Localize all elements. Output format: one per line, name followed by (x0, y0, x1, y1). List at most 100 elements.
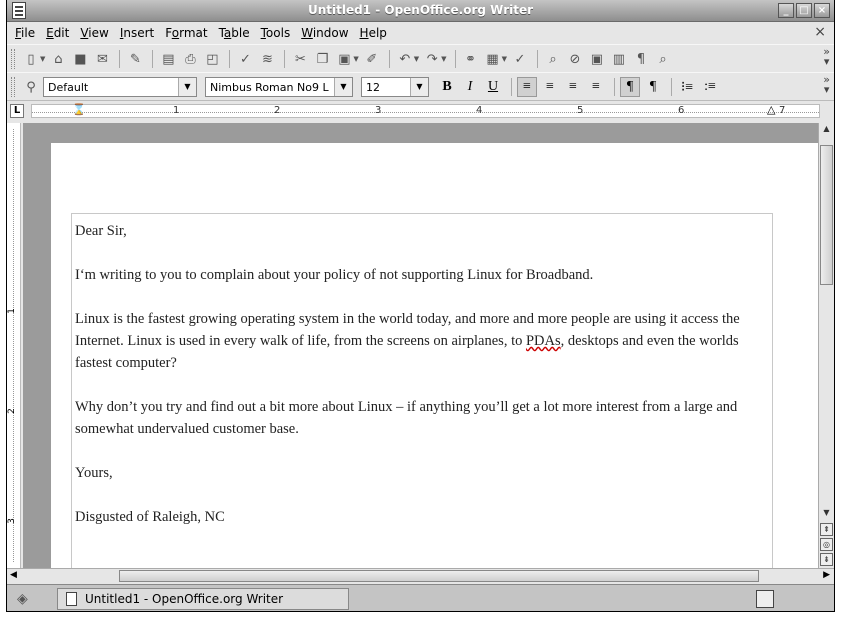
ruler-tick: 3 (375, 105, 382, 116)
autospellcheck-icon[interactable]: ≋ (257, 49, 277, 69)
open-folder-icon[interactable]: ⌂ (48, 49, 68, 69)
edit-file-icon[interactable]: ✎ (125, 49, 145, 69)
document-page[interactable]: Dear Sir, I‘m writing to you to complain… (51, 143, 821, 583)
menu-format[interactable]: Format (161, 26, 214, 40)
paragraph-2[interactable]: Linux is the fastest growing operating s… (75, 308, 775, 374)
data-sources-icon[interactable]: ▥ (609, 49, 629, 69)
hyperlink-icon[interactable]: ⚭ (461, 49, 481, 69)
menu-help[interactable]: Help (356, 26, 394, 40)
ruler-tick: 2 (274, 105, 281, 116)
horizontal-scroll-thumb[interactable] (119, 570, 759, 582)
scroll-right-arrow-icon[interactable]: ▶ (823, 570, 830, 580)
rtl-paragraph-icon[interactable]: ¶ (643, 77, 663, 97)
salutation[interactable]: Dear Sir, (75, 220, 775, 242)
misspelled-word[interactable]: PDAs (526, 333, 561, 349)
taskbar: ◈ Untitled1 - OpenOffice.org Writer (7, 584, 834, 611)
close-window-button[interactable]: × (814, 3, 830, 18)
taskbar-window-button[interactable]: Untitled1 - OpenOffice.org Writer (57, 588, 349, 610)
previous-page-icon[interactable]: ⇞ (820, 523, 833, 536)
save-icon[interactable]: ■ (70, 49, 90, 69)
bold-button[interactable]: B (437, 77, 457, 97)
signature[interactable]: Disgusted of Raleigh, NC (75, 506, 775, 528)
scroll-left-arrow-icon[interactable]: ◀ (10, 570, 17, 580)
copy-icon[interactable]: ❐ (312, 49, 332, 69)
tab-stop-selector[interactable]: L (10, 104, 24, 118)
vertical-scroll-thumb[interactable] (820, 145, 833, 285)
paragraph-1[interactable]: I‘m writing to you to complain about you… (75, 264, 775, 286)
vertical-scrollbar[interactable]: ▲ ▼ ⇞ ◎ ⇟ (818, 123, 834, 568)
left-indent-marker[interactable]: ⌛ (72, 103, 86, 116)
scroll-down-arrow-icon[interactable]: ▼ (820, 507, 833, 520)
justify-icon[interactable]: ≡ (586, 77, 606, 97)
font-name-select[interactable]: Nimbus Roman No9 L ▼ (205, 77, 353, 97)
tray-writer-icon[interactable] (756, 590, 774, 608)
draw-functions-icon[interactable]: ✓ (510, 49, 530, 69)
closing[interactable]: Yours, (75, 462, 775, 484)
styles-formatting-icon[interactable]: ⚲ (21, 77, 41, 97)
new-document-icon[interactable]: ▯ (21, 49, 41, 69)
cut-icon[interactable]: ✂ (290, 49, 310, 69)
paste-icon[interactable]: ▣ (334, 49, 354, 69)
chevron-down-icon[interactable]: ▼ (441, 55, 446, 63)
numbering-icon[interactable]: ⁝≡ (677, 77, 697, 97)
italic-button[interactable]: I (460, 77, 480, 97)
toolbar-grip[interactable] (11, 77, 15, 97)
nonprinting-characters-icon[interactable]: ¶ (631, 49, 651, 69)
email-icon[interactable]: ✉ (92, 49, 112, 69)
show-desktop-icon[interactable]: ◈ (17, 591, 28, 607)
table-icon[interactable]: ▦ (483, 49, 503, 69)
right-indent-marker[interactable]: △ (767, 103, 775, 116)
vertical-ruler[interactable]: 1 2 3 (7, 123, 21, 568)
ltr-paragraph-icon[interactable]: ¶ (620, 77, 640, 97)
underline-button[interactable]: U (483, 77, 503, 97)
toolbar-overflow-icon[interactable]: » ▾ (823, 74, 830, 95)
title-bar[interactable]: Untitled1 - OpenOffice.org Writer _ □ × (7, 0, 834, 22)
align-center-icon[interactable]: ≡ (540, 77, 560, 97)
navigation-icon[interactable]: ◎ (820, 538, 833, 551)
toolbar-grip[interactable] (11, 49, 15, 69)
next-page-icon[interactable]: ⇟ (820, 553, 833, 566)
maximize-button[interactable]: □ (796, 3, 812, 18)
ruler-tick: 2 (6, 408, 17, 414)
chevron-down-icon[interactable]: ▼ (502, 55, 507, 63)
undo-icon[interactable]: ↶ (395, 49, 415, 69)
paragraph-style-select[interactable]: Default ▼ (43, 77, 197, 97)
chevron-down-icon[interactable]: ▼ (414, 55, 419, 63)
menu-edit[interactable]: Edit (42, 26, 76, 40)
export-pdf-icon[interactable]: ▤ (158, 49, 178, 69)
zoom-icon[interactable]: ⌕ (653, 49, 673, 69)
scroll-up-arrow-icon[interactable]: ▲ (820, 123, 833, 136)
gallery-icon[interactable]: ▣ (587, 49, 607, 69)
horizontal-ruler[interactable]: L 1 2 3 4 5 6 7 ⌛ △ (7, 100, 834, 120)
menu-insert[interactable]: Insert (116, 26, 161, 40)
close-document-button[interactable]: × (814, 24, 826, 40)
chevron-down-icon[interactable]: ▼ (410, 78, 428, 96)
horizontal-scrollbar[interactable]: ◀ ▶ (7, 568, 834, 583)
menu-view[interactable]: View (76, 26, 115, 40)
spellcheck-icon[interactable]: ✓ (235, 49, 255, 69)
ruler-tick: 6 (678, 105, 685, 116)
document-body[interactable]: Dear Sir, I‘m writing to you to complain… (75, 220, 775, 550)
redo-icon[interactable]: ↷ (422, 49, 442, 69)
find-replace-icon[interactable]: ⌕ (543, 49, 563, 69)
toolbar-overflow-icon[interactable]: » ▾ (823, 46, 830, 67)
chevron-down-icon[interactable]: ▼ (334, 78, 352, 96)
align-left-icon[interactable]: ≡ (517, 77, 537, 97)
chevron-down-icon[interactable]: ▼ (40, 55, 45, 63)
font-size-select[interactable]: 12 ▼ (361, 77, 429, 97)
paragraph-3[interactable]: Why don’t you try and find out a bit mor… (75, 396, 775, 440)
menu-window[interactable]: Window (297, 26, 355, 40)
print-icon[interactable]: ⎙ (180, 49, 200, 69)
minimize-button[interactable]: _ (778, 3, 794, 18)
align-right-icon[interactable]: ≡ (563, 77, 583, 97)
format-paintbrush-icon[interactable]: ✐ (362, 49, 382, 69)
menu-table[interactable]: Table (215, 26, 257, 40)
ruler-track[interactable]: 1 2 3 4 5 6 7 ⌛ △ (31, 103, 820, 118)
bullets-icon[interactable]: :≡ (700, 77, 720, 97)
menu-file[interactable]: File (11, 26, 42, 40)
navigator-icon[interactable]: ⊘ (565, 49, 585, 69)
menu-tools[interactable]: Tools (257, 26, 298, 40)
chevron-down-icon[interactable]: ▼ (353, 55, 358, 63)
page-preview-icon[interactable]: ◰ (202, 49, 222, 69)
chevron-down-icon[interactable]: ▼ (178, 78, 196, 96)
